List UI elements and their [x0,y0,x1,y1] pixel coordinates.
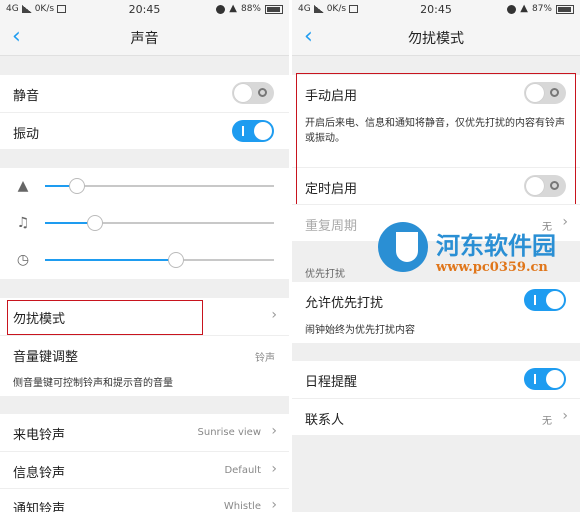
vibrate-toggle[interactable] [232,120,274,142]
battery-percent: 87% [531,4,552,14]
sound-settings-screen: 4G 0K/s 20:45 ▲ 88% ‹ 声音 静音 振动 ▲ ♫ ◷ 勿扰模… [0,0,289,512]
volume-key-hint: 侧音量键可控制铃声和提示音的音量 [0,372,289,396]
vibrate-label: 振动 [13,127,40,142]
ring-volume-slider[interactable] [45,178,274,194]
volume-key-row[interactable]: 音量键调整 铃声 [0,335,289,372]
battery-percent: 88% [240,4,261,14]
media-volume-slider[interactable] [45,215,274,231]
ringtone-row[interactable]: 来电铃声 Sunrise view › [0,414,289,451]
wifi-icon: ▲ [520,3,528,14]
mute-row[interactable]: 静音 [0,75,289,112]
ringtone-value: Sunrise view [197,427,261,438]
mute-toggle[interactable] [232,82,274,104]
contacts-label: 联系人 [305,413,345,428]
slider-thumb[interactable] [69,178,86,194]
allow-priority-toggle[interactable] [524,289,566,311]
page-title: 声音 [130,31,159,47]
alarm-icon [216,4,226,14]
ringtone-label: 来电铃声 [13,428,66,443]
notification-tone-value: Whistle [223,501,261,512]
chevron-right-icon: › [562,408,568,424]
status-right: ▲ 88% [216,4,283,14]
watermark-url: www.pc0359.cn [436,260,548,275]
status-bar: 4G 0K/s 20:45 ▲ 88% [0,0,289,20]
status-bar: 4G 0K/s 20:45 ▲ 87% [292,0,580,20]
site-watermark: 河东软件园 www.pc0359.cn [378,220,578,290]
alarm-volume-row: ◷ [0,242,289,279]
watermark-name: 河东软件园 [436,232,556,260]
media-volume-row: ♫ [0,205,289,242]
battery-icon [556,4,574,14]
repeat-cycle-label: 重复周期 [305,219,358,234]
music-note-icon: ♫ [16,215,30,231]
mute-label: 静音 [13,89,40,104]
battery-icon [265,4,283,14]
message-tone-value: Default [224,465,261,476]
message-tone-label: 信息铃声 [13,466,66,481]
allow-priority-label: 允许优先打扰 [305,296,384,311]
vibrate-row[interactable]: 振动 [0,112,289,149]
message-tone-row[interactable]: 信息铃声 Default › [0,451,289,488]
status-right: ▲ 87% [507,4,574,14]
volume-key-label: 音量键调整 [13,350,79,365]
page-title: 勿扰模式 [408,31,464,47]
alarm-volume-slider[interactable] [45,252,274,268]
navigation-bar: ‹ 勿扰模式 [292,20,580,56]
chevron-right-icon: › [271,423,277,439]
contacts-value: 无 [542,416,552,427]
calendar-reminder-toggle[interactable] [524,368,566,390]
chevron-right-icon: › [271,307,277,323]
notification-tone-row[interactable]: 通知铃声 Whistle › [0,488,289,512]
slider-thumb[interactable] [167,252,184,268]
highlight-box [296,73,576,206]
slider-thumb[interactable] [87,215,104,231]
chevron-right-icon: › [271,497,277,512]
ring-volume-row: ▲ [0,168,289,205]
notification-tone-label: 通知铃声 [13,502,66,512]
alarm-icon [507,4,517,14]
wifi-icon: ▲ [229,3,237,14]
alarm-clock-icon: ◷ [16,252,30,268]
contacts-row[interactable]: 联系人 无 › [292,398,580,435]
allow-priority-hint: 闹钟始终为优先打扰内容 [292,319,580,343]
navigation-bar: ‹ 声音 [0,20,289,56]
bell-icon: ▲ [17,178,29,194]
calendar-reminder-row[interactable]: 日程提醒 [292,361,580,398]
priority-section-title: 优先打扰 [305,269,345,280]
watermark-logo-icon [378,222,428,272]
calendar-reminder-label: 日程提醒 [305,375,358,390]
highlight-box [7,300,203,335]
chevron-right-icon: › [271,461,277,477]
volume-key-value: 铃声 [255,353,275,364]
